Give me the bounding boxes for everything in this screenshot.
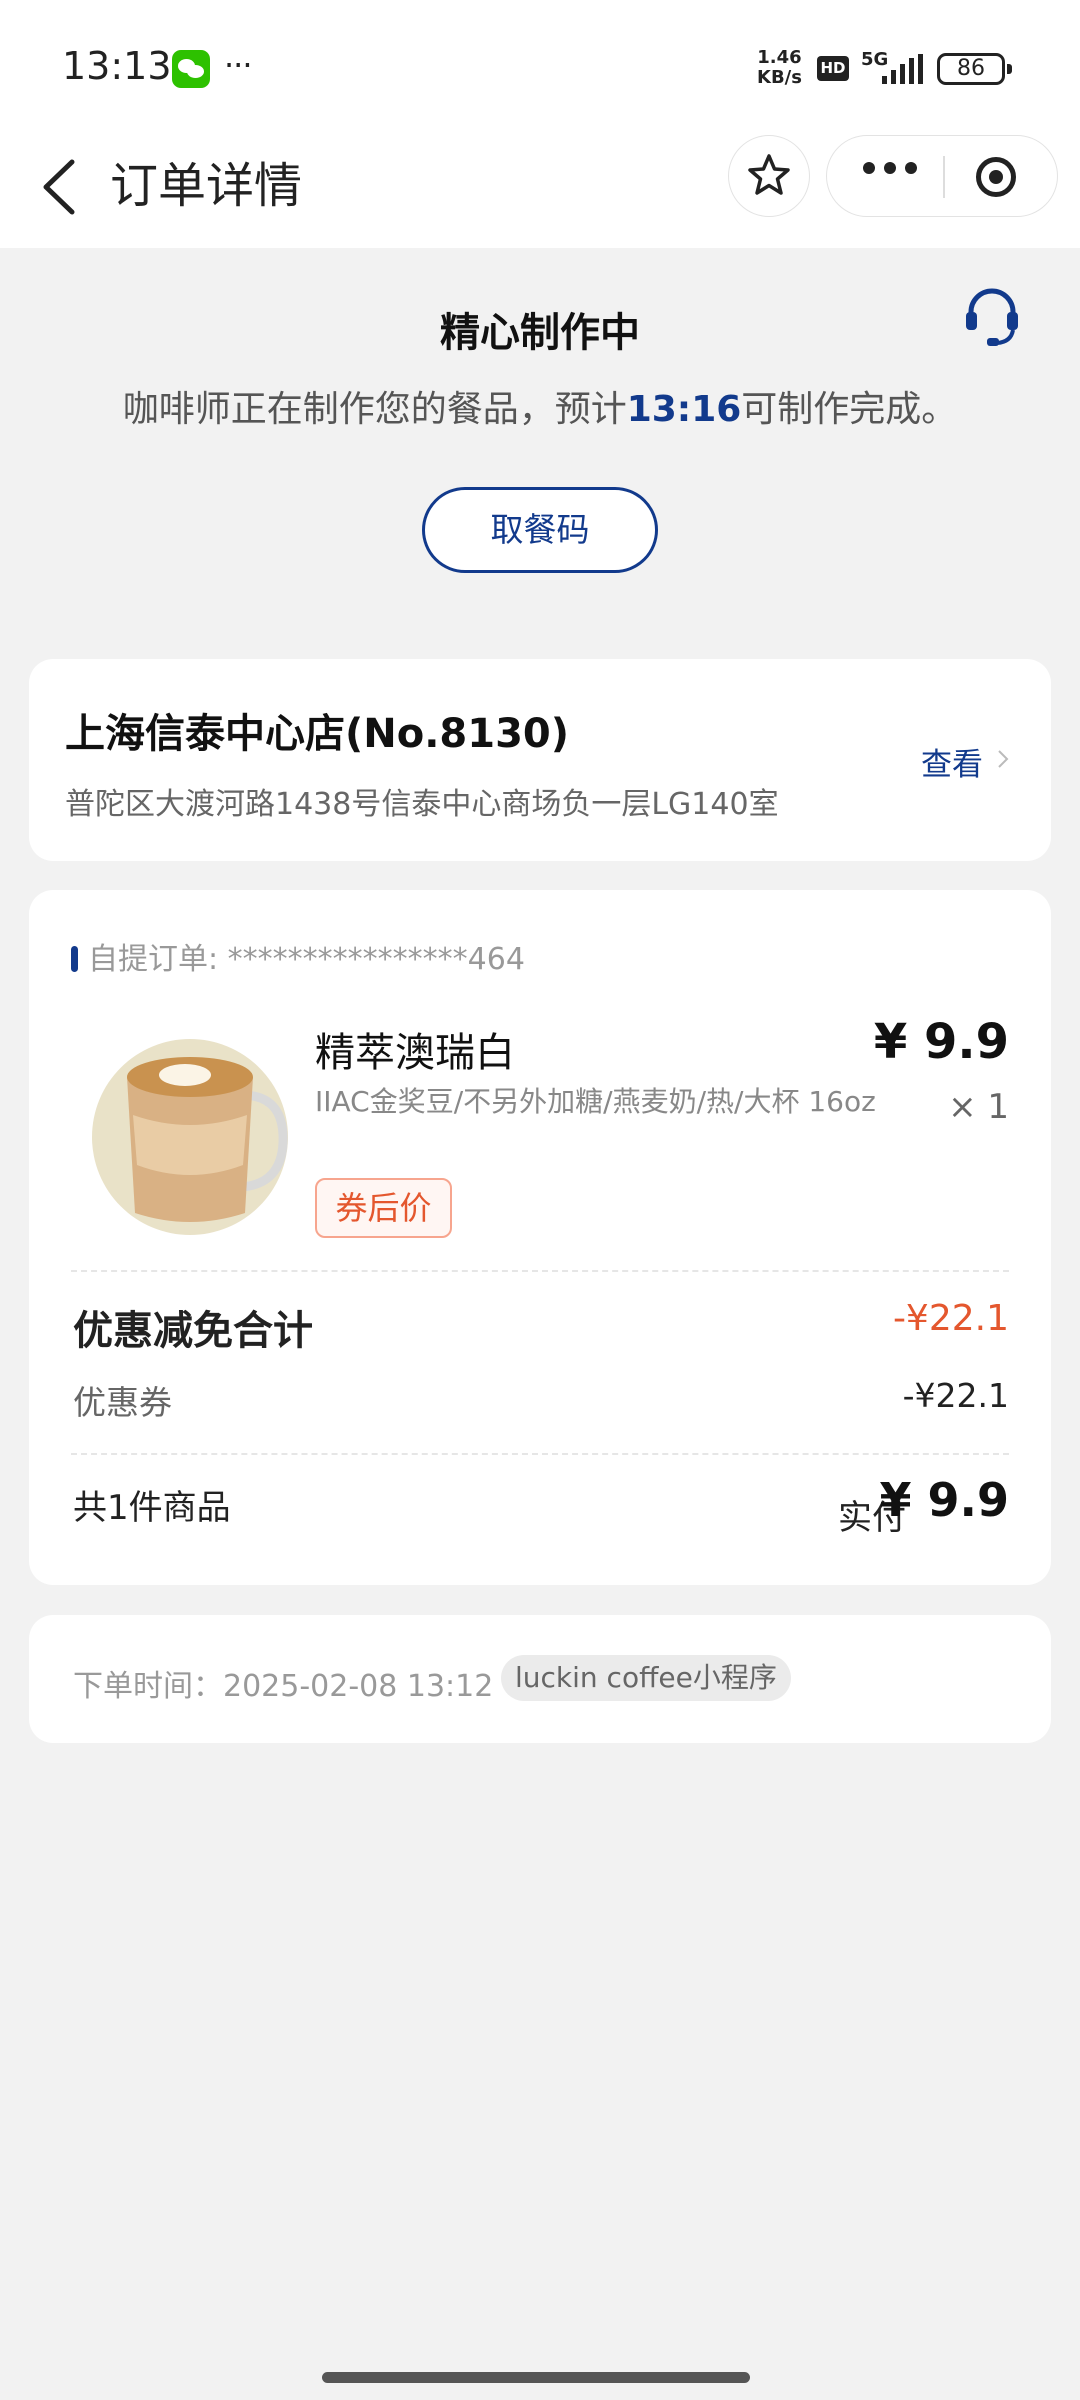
order-status-title: 精心制作中 [440, 310, 640, 356]
product-specs: IIAC金奖豆/不另外加糖/燕麦奶/热/大杯 16oz [315, 1085, 876, 1118]
store-card[interactable]: 上海信泰中心店(No.8130) 普陀区大渡河路1438号信泰中心商场负一层LG… [29, 659, 1051, 861]
product-image [92, 1039, 288, 1235]
wechat-icon [172, 50, 210, 88]
order-card: 自提订单: ****************464 精萃澳瑞白 IIAC金奖豆/… [29, 890, 1051, 1585]
store-address: 普陀区大渡河路1438号信泰中心商场负一层LG140室 [65, 787, 779, 822]
network-speed: 1.46 KB/s [757, 48, 802, 88]
battery-indicator: 86 [937, 53, 1012, 85]
network-speed-unit: KB/s [757, 67, 802, 88]
coupon-label: 优惠券 [73, 1383, 172, 1422]
target-icon[interactable] [976, 157, 1016, 197]
order-status-message: 咖啡师正在制作您的餐品，预计13:16可制作完成。 [0, 380, 1080, 432]
eta-time: 13:16 [626, 389, 742, 430]
capsule-divider [943, 156, 945, 198]
miniapp-capsule [826, 135, 1058, 217]
signal-icon [882, 54, 923, 84]
page-title: 订单详情 [110, 158, 303, 214]
status-bar: 13:13 ··· 1.46 KB/s HD 5G 86 [0, 0, 1080, 130]
chevron-left-icon[interactable] [36, 152, 86, 222]
discount-title: 优惠减免合计 [73, 1308, 313, 1354]
order-number-row: 自提订单: ****************464 [71, 934, 525, 978]
headset-icon[interactable] [963, 286, 1021, 348]
chevron-right-icon [998, 750, 1009, 768]
favorite-button[interactable] [728, 135, 810, 217]
divider [71, 1270, 1009, 1272]
view-store-link[interactable]: 查看 [921, 739, 1009, 784]
accent-marker [71, 946, 78, 972]
item-count: 共1件商品 [73, 1488, 231, 1528]
product-quantity: × 1 [948, 1087, 1009, 1127]
order-time: 下单时间：2025-02-08 13:12 [73, 1669, 494, 1704]
nav-bar: 订单详情 [0, 130, 1080, 248]
pickup-code-button[interactable]: 取餐码 [422, 487, 658, 573]
hd-badge: HD [817, 56, 849, 81]
status-more-indicator: ··· [224, 46, 252, 84]
order-meta-card: 下单时间：2025-02-08 13:12 luckin coffee小程序 [29, 1615, 1051, 1743]
more-icon[interactable] [863, 162, 917, 174]
coupon-price-tag: 券后价 [315, 1178, 452, 1238]
view-store-label: 查看 [921, 747, 983, 783]
store-name: 上海信泰中心店(No.8130) [65, 711, 570, 757]
coupon-value: -¥22.1 [902, 1376, 1009, 1415]
network-speed-value: 1.46 [757, 47, 802, 68]
paid-amount: ¥ 9.9 [879, 1473, 1009, 1527]
order-number: ****************464 [227, 942, 525, 977]
order-source-badge: luckin coffee小程序 [501, 1655, 791, 1701]
product-name: 精萃澳瑞白 [315, 1030, 515, 1076]
status-text-after: 可制作完成。 [741, 389, 958, 430]
divider [71, 1453, 1009, 1455]
home-indicator[interactable] [322, 2372, 750, 2383]
status-text-before: 咖啡师正在制作您的餐品，预计 [122, 389, 627, 430]
status-time: 13:13 [62, 44, 172, 88]
product-price: ¥ 9.9 [873, 1014, 1009, 1070]
discount-total: -¥22.1 [892, 1298, 1009, 1339]
order-type-label: 自提订单: [88, 942, 219, 977]
star-icon [748, 154, 790, 195]
